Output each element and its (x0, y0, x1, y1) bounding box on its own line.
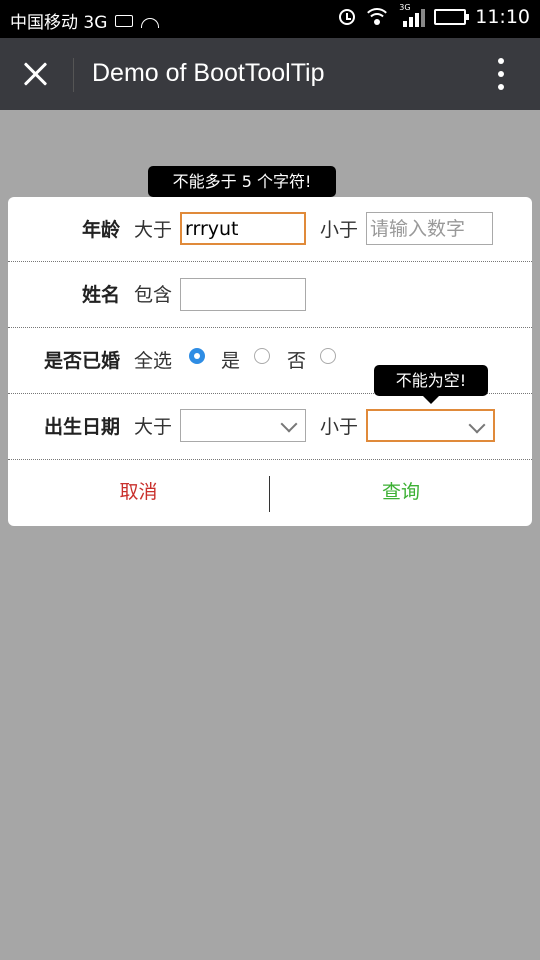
filter-form-panel: 年龄 大于 小于 姓名 包含 是否已婚 全选 是 否 出生日期 大于 小于 取消… (8, 197, 532, 526)
birthday-error-tooltip: 不能为空! (374, 365, 488, 404)
birthday-greater-text: 大于 (134, 416, 173, 438)
name-label: 姓名 (81, 284, 120, 306)
age-greater-text: 大于 (134, 219, 173, 241)
more-options-icon[interactable] (496, 58, 506, 92)
query-button[interactable]: 查询 (270, 462, 532, 526)
married-option-no-label: 否 (287, 350, 307, 372)
alarm-icon (339, 9, 356, 25)
married-option-yes-label: 是 (221, 350, 241, 372)
married-option-yes-radio[interactable] (254, 348, 270, 364)
birthday-greater-select[interactable] (180, 409, 306, 442)
name-contains-input[interactable] (180, 278, 306, 311)
close-icon[interactable] (20, 58, 52, 90)
birthday-label: 出生日期 (43, 416, 120, 438)
title-bar: Demo of BootToolTip (0, 38, 540, 110)
name-contains-text: 包含 (134, 284, 173, 306)
age-row: 年龄 大于 小于 (8, 197, 532, 262)
carrier-text: 中国移动 3G (10, 13, 108, 33)
keyboard-icon (115, 14, 134, 27)
age-error-tooltip: 不能多于 5 个字符! (148, 166, 336, 205)
wifi-icon (364, 7, 391, 27)
status-right: 3G 11:10 (339, 3, 530, 28)
age-less-input[interactable] (366, 212, 493, 245)
married-label: 是否已婚 (43, 350, 120, 372)
married-option-all-radio[interactable] (189, 348, 205, 364)
age-greater-input[interactable] (180, 212, 306, 245)
married-option-all-label: 全选 (134, 350, 173, 372)
birthday-less-text: 小于 (320, 416, 359, 438)
married-option-no-radio[interactable] (320, 348, 336, 364)
birthday-less-select[interactable] (366, 409, 495, 442)
chevron-down-icon (280, 415, 298, 433)
birthday-row: 出生日期 大于 小于 (8, 394, 532, 460)
page-title: Demo of BootToolTip (92, 59, 325, 87)
android-icon (141, 17, 160, 28)
network-type-label: 3G (399, 3, 411, 12)
cell-signal-icon: 3G (399, 3, 426, 27)
title-divider (73, 58, 74, 92)
status-bar: 中国移动 3G 3G 11:10 (0, 0, 540, 38)
clock-text: 11:10 (475, 6, 530, 28)
age-label: 年龄 (81, 219, 120, 241)
name-row: 姓名 包含 (8, 262, 532, 328)
age-less-text: 小于 (320, 219, 359, 241)
chevron-down-icon (468, 416, 486, 434)
battery-icon (434, 9, 470, 25)
cancel-button[interactable]: 取消 (8, 462, 269, 526)
status-left: 中国移动 3G (10, 8, 160, 33)
